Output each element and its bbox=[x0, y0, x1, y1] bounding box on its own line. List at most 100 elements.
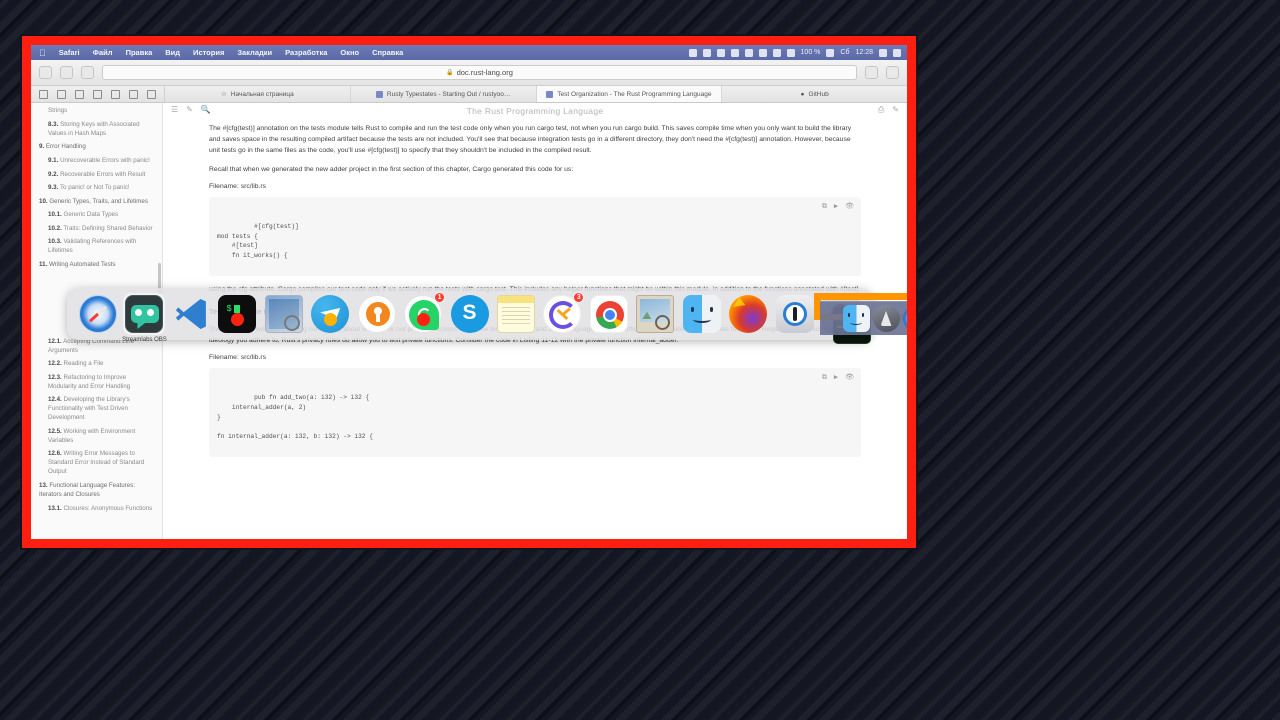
app-switcher-item-preview[interactable] bbox=[634, 293, 676, 335]
book-bookmark-icon[interactable] bbox=[111, 89, 120, 99]
app-switcher-item-system-preferences[interactable]: 28 A 1 1 bbox=[814, 293, 907, 344]
share-button[interactable] bbox=[865, 66, 878, 79]
menu-icon[interactable]: ☰ bbox=[171, 105, 178, 114]
play-icon[interactable]: ▶ bbox=[834, 373, 838, 384]
toc-item[interactable]: 12.6. Writing Error Messages to Standard… bbox=[39, 448, 154, 480]
copy-icon[interactable]: ⧉ bbox=[822, 373, 827, 384]
cloud-icon[interactable] bbox=[730, 48, 739, 57]
toc-number: 9.2. bbox=[48, 170, 59, 178]
toc-item[interactable]: 13. Functional Language Features: Iterat… bbox=[39, 480, 154, 503]
toc-label: Traits: Defining Shared Behavior bbox=[63, 224, 153, 232]
app-switcher-item-firefox[interactable] bbox=[727, 293, 769, 335]
app-switcher-item-skype[interactable]: S bbox=[449, 293, 491, 335]
toc-item[interactable]: 10.1. Generic Data Types bbox=[39, 209, 154, 223]
tab-home[interactable]: ☆ Начальная страница bbox=[165, 86, 351, 102]
toc-item[interactable]: Strings bbox=[39, 105, 154, 119]
dock-item-launchpad[interactable] bbox=[872, 305, 900, 332]
eye-icon[interactable]: 👁 bbox=[845, 373, 854, 384]
reading-list-icon[interactable] bbox=[39, 89, 48, 99]
bookmark-icon[interactable] bbox=[57, 89, 66, 99]
dock-item-safari[interactable] bbox=[902, 305, 907, 332]
tab-github[interactable]: ● GitHub bbox=[722, 86, 907, 102]
new-tab-button[interactable] bbox=[886, 66, 899, 79]
dock-item-finder[interactable] bbox=[842, 305, 870, 332]
menubar-item-file[interactable]: Файл bbox=[93, 48, 113, 57]
app-switcher-item-safari[interactable] bbox=[77, 293, 119, 335]
toc-item[interactable]: 9.1. Unrecoverable Errors with panic! bbox=[39, 155, 154, 169]
tab-test-organization-label: Test Organization - The Rust Programming… bbox=[557, 90, 712, 98]
toc-item[interactable]: 12.3. Refactoring to Improve Modularity … bbox=[39, 371, 154, 394]
chrome-icon bbox=[589, 295, 628, 333]
address-bar[interactable]: 🔒 doc.rust-lang.org bbox=[102, 65, 857, 80]
edit-icon[interactable]: ✎ bbox=[892, 105, 899, 115]
page-toolbar-right: ⎙ ✎ bbox=[878, 105, 899, 115]
eye-icon[interactable]: 👁 bbox=[845, 202, 854, 213]
toc-item[interactable]: 10. Generic Types, Traits, and Lifetimes bbox=[39, 195, 154, 209]
toc-label: Unrecoverable Errors with panic! bbox=[60, 157, 150, 165]
menubar-item-history[interactable]: История bbox=[193, 48, 224, 57]
copy-icon[interactable]: ⧉ bbox=[822, 202, 827, 213]
shield-icon[interactable] bbox=[702, 48, 711, 57]
app-switcher-item-notes[interactable] bbox=[495, 293, 537, 335]
menubar-item-view[interactable]: Вид bbox=[165, 48, 180, 57]
notes-icon bbox=[496, 295, 535, 333]
brush-icon[interactable]: ✎ bbox=[186, 105, 193, 114]
app-switcher-item-todoist[interactable]: 3 bbox=[541, 292, 585, 335]
print-icon[interactable]: ⎙ bbox=[878, 105, 884, 115]
menubar-item-window[interactable]: Окно bbox=[340, 48, 359, 57]
app-switcher-item-vscode[interactable] bbox=[170, 293, 212, 335]
vscode-icon bbox=[172, 295, 210, 333]
app-switcher-item-chrome[interactable] bbox=[588, 293, 630, 335]
volume-icon[interactable] bbox=[786, 48, 795, 57]
notification-center-icon[interactable] bbox=[893, 48, 901, 57]
macos-dock[interactable]: 28 A 1 1 bbox=[820, 301, 907, 335]
menubar-item-bookmarks[interactable]: Закладки bbox=[237, 48, 272, 57]
play-icon[interactable]: ▶ bbox=[834, 202, 838, 213]
toc-item[interactable]: 13.1. Closures: Anonymous Functions bbox=[39, 502, 154, 516]
menubar-items:  Safari Файл Правка Вид История Закладк… bbox=[31, 48, 403, 58]
toc-label: Writing Error Messages to Standard Error… bbox=[48, 450, 145, 476]
tab-rusty-typestates[interactable]: Rusty Typestates - Starting Out / rustyo… bbox=[351, 86, 537, 102]
toc-item[interactable]: 9. Error Handling bbox=[39, 141, 154, 155]
toc-item[interactable]: 10.2. Traits: Defining Shared Behavior bbox=[39, 223, 154, 237]
apple-menu-icon[interactable]:  bbox=[39, 48, 46, 58]
toc-item[interactable]: 12.4. Developing the Library's Functiona… bbox=[39, 394, 154, 426]
toc-item[interactable]: 12.2. Reading a File bbox=[39, 358, 154, 372]
dropbox-icon[interactable] bbox=[688, 48, 697, 57]
menubar-item-edit[interactable]: Правка bbox=[126, 48, 153, 57]
toc-item[interactable]: 9.3. To panic! or Not To panic! bbox=[39, 182, 154, 196]
app-switcher-overlay[interactable]: Streamlabs OBS $ 1 S 3 bbox=[67, 288, 907, 344]
camera-icon[interactable] bbox=[716, 48, 725, 57]
toc-item[interactable]: 9.2. Recoverable Errors with Result bbox=[39, 168, 154, 182]
back-button[interactable] bbox=[60, 66, 73, 79]
menubar-item-safari[interactable]: Safari bbox=[59, 48, 80, 57]
display-icon[interactable] bbox=[744, 48, 753, 57]
toc-number: 10.2. bbox=[48, 224, 62, 232]
doc-bookmark-icon[interactable] bbox=[147, 89, 156, 99]
bluetooth-icon[interactable] bbox=[758, 48, 767, 57]
wifi-icon[interactable] bbox=[772, 48, 781, 57]
twitter-bookmark-icon[interactable] bbox=[75, 89, 84, 99]
menubar-item-help[interactable]: Справка bbox=[372, 48, 403, 57]
search-icon[interactable]: 🔍 bbox=[201, 105, 211, 114]
forward-button[interactable] bbox=[81, 66, 94, 79]
page-icon bbox=[375, 90, 383, 98]
toc-item[interactable]: 11. Writing Automated Tests bbox=[39, 259, 154, 273]
globe-bookmark-icon[interactable] bbox=[129, 89, 138, 99]
code-block-tools: ⧉ ▶ 👁 bbox=[822, 373, 854, 384]
toc-item[interactable]: 10.3. Validating References with Lifetim… bbox=[39, 236, 154, 259]
app-switcher-item-finder[interactable] bbox=[681, 293, 723, 335]
toc-number: 12.4. bbox=[48, 396, 62, 404]
app-switcher-item-streamlabs-obs[interactable]: Streamlabs OBS bbox=[122, 293, 167, 343]
sidebar-toggle-button[interactable] bbox=[39, 66, 52, 79]
tab-test-organization[interactable]: Test Organization - The Rust Programming… bbox=[536, 86, 723, 102]
toc-label: Generic Data Types bbox=[63, 211, 119, 219]
menubar-item-develop[interactable]: Разработка bbox=[285, 48, 327, 57]
github-bookmark-icon[interactable] bbox=[93, 89, 102, 99]
app-switcher-item-1password[interactable] bbox=[774, 293, 816, 335]
spotlight-icon[interactable] bbox=[879, 48, 887, 57]
toc-item[interactable]: 8.3. Storing Keys with Associated Values… bbox=[39, 119, 154, 142]
toc-item[interactable]: 12.5. Working with Environment Variables bbox=[39, 426, 154, 449]
browser-toolbar: 🔒 doc.rust-lang.org bbox=[31, 60, 907, 86]
keyboard-layout[interactable]: Сб bbox=[840, 49, 849, 56]
